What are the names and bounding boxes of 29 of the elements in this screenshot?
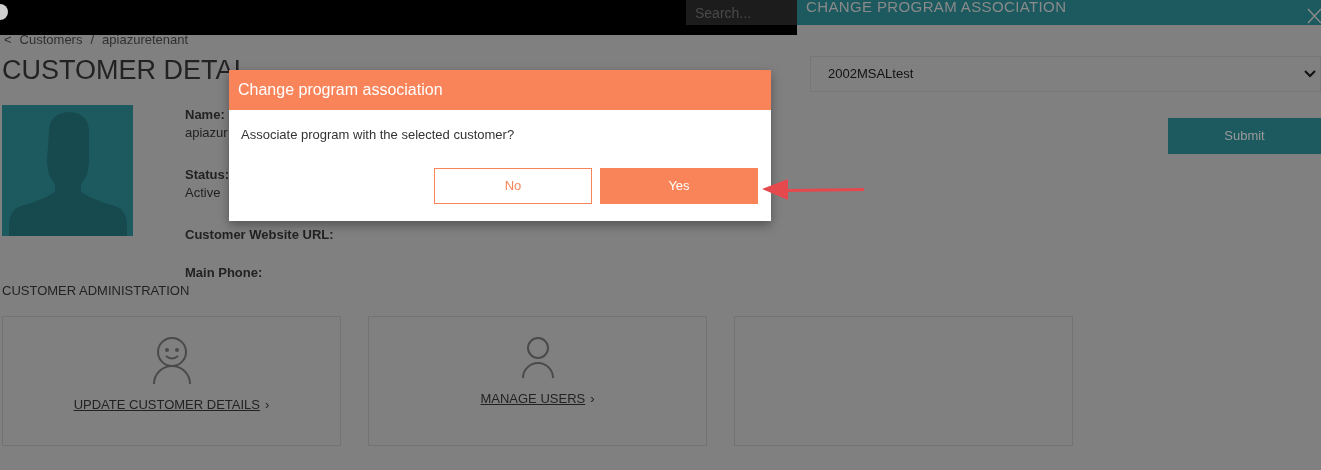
field-value: apiazur — [185, 124, 228, 142]
chevron-right: › — [590, 389, 595, 408]
submit-button[interactable]: Submit — [1168, 118, 1321, 154]
panel-title: CHANGE PROGRAM ASSOCIATION — [806, 0, 1067, 17]
field-label: Status: — [185, 167, 230, 183]
program-select[interactable]: 2002MSALtest — [810, 56, 1321, 92]
field-label: Name: — [185, 107, 225, 123]
section-title: CUSTOMER ADMINISTRATION — [2, 282, 190, 300]
card-link[interactable]: MANAGE USERS — [480, 388, 586, 408]
yes-button[interactable]: Yes — [600, 167, 758, 204]
back-chevron[interactable]: < — [4, 32, 12, 46]
dialog-title: Change program association — [238, 80, 443, 100]
chevron-down-icon — [1304, 70, 1316, 78]
logo-icon — [0, 4, 8, 20]
close-icon[interactable] — [1307, 7, 1321, 25]
breadcrumb-current: apiazuretenant — [102, 32, 189, 46]
field-label: Customer Website URL: — [185, 227, 334, 243]
user-icon — [520, 336, 555, 379]
no-button[interactable]: No — [434, 167, 592, 204]
field-label: Main Phone: — [185, 265, 263, 281]
dialog-message: Associate program with the selected customer? — [241, 126, 515, 144]
breadcrumb-separator: / — [90, 32, 95, 46]
admin-card[interactable]: MANAGE USERS › — [368, 315, 707, 446]
card-link[interactable]: UPDATE CUSTOMER DETAILS — [73, 394, 260, 414]
admin-card[interactable]: UPDATE CUSTOMER DETAILS › — [2, 315, 341, 446]
breadcrumb-link[interactable]: Customers — [19, 32, 83, 46]
chevron-right: › — [265, 395, 270, 414]
field-value: Active — [185, 184, 221, 202]
smiling-person-icon — [151, 336, 192, 385]
